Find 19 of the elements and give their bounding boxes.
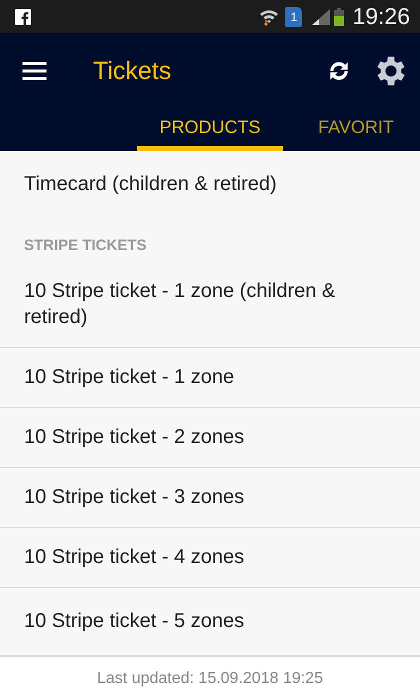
ticket-list-item[interactable]: 10 Stripe ticket - 4 zones	[0, 528, 420, 588]
screen-title: Tickets	[93, 56, 172, 86]
section-header: STRIPE TICKETS	[23, 236, 148, 256]
clock-time: 19:26	[352, 3, 410, 30]
ticket-list-item[interactable]: Timecard (children & retired)	[0, 151, 420, 215]
facebook-icon	[15, 8, 31, 24]
menu-button[interactable]	[22, 62, 47, 80]
ticket-list-item[interactable]: 10 Stripe ticket - 5 zones	[0, 588, 420, 652]
last-updated-text: Last updated: 15.09.2018 19:25	[0, 655, 420, 700]
menu-icon	[22, 62, 47, 80]
ticket-list-item[interactable]: 10 Stripe ticket - 1 zone (children & retired)	[0, 262, 420, 348]
wifi-icon	[259, 8, 280, 26]
ticket-list-item[interactable]: 10 Stripe ticket - 1 zone	[0, 348, 420, 408]
signal-icon	[312, 8, 330, 24]
ticket-list-item[interactable]: 10 Stripe ticket - 3 zones	[0, 468, 420, 528]
battery-icon	[334, 8, 344, 26]
ticket-list-item[interactable]: 10 Stripe ticket - 2 zones	[0, 408, 420, 468]
tab[interactable]: FAVORIT	[283, 109, 420, 151]
sim-card-icon: 1	[285, 6, 302, 26]
